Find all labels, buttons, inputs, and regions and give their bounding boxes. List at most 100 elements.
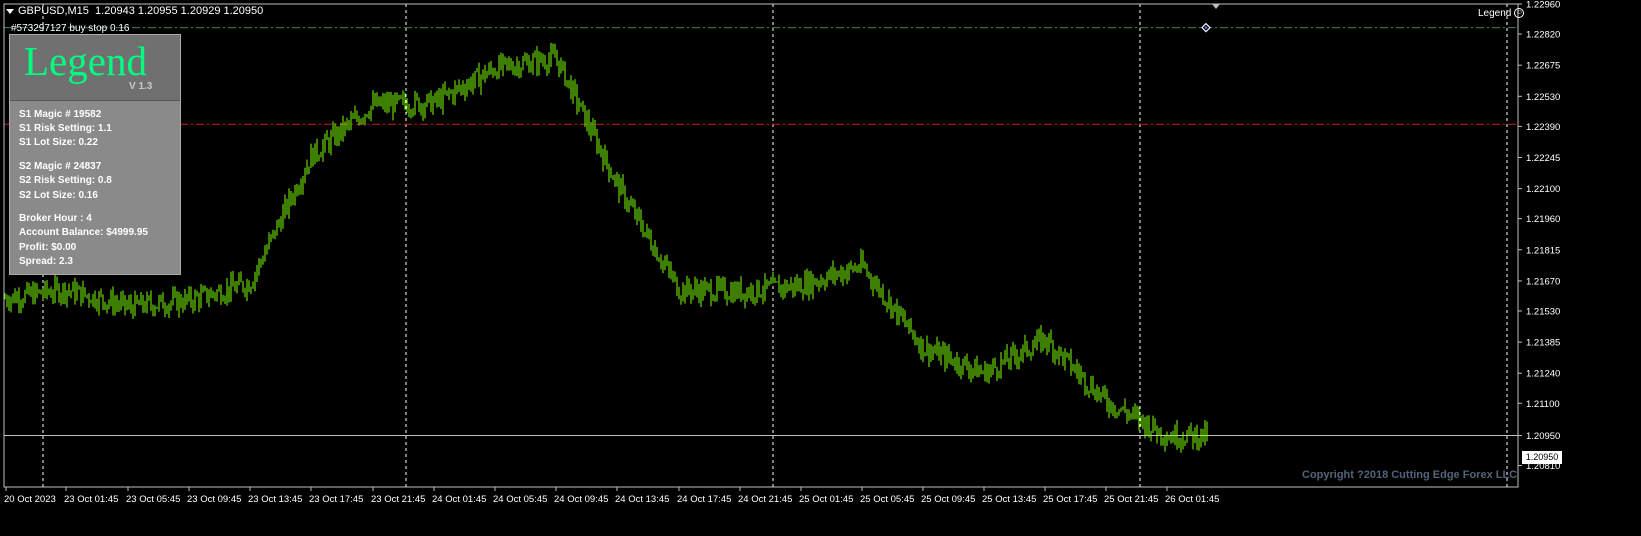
candle-body (874, 284, 876, 288)
dropdown-triangle-icon[interactable] (6, 8, 14, 14)
candle-body (134, 296, 136, 315)
candle-body (284, 201, 286, 211)
candle-body (1044, 334, 1046, 343)
candle-body (430, 93, 432, 112)
candle-body (734, 286, 736, 301)
candle-body (58, 286, 60, 300)
candle-body (98, 294, 100, 308)
candle-body (968, 368, 970, 375)
candle-body (1116, 412, 1118, 415)
candle-body (544, 61, 546, 67)
candle-body (1172, 436, 1174, 442)
candle-body (6, 298, 8, 303)
candle-body (750, 287, 752, 296)
candle-body (776, 281, 778, 283)
candle-body (760, 295, 762, 297)
candle-body (132, 307, 134, 315)
candle-body (624, 187, 626, 205)
candle-body (192, 302, 194, 307)
candle-body (264, 252, 266, 261)
candle-body (560, 62, 562, 73)
smiley-icon: ☺ (1514, 8, 1525, 19)
candle-body (914, 334, 916, 342)
candle-body (1146, 419, 1148, 432)
candle-body (1072, 369, 1074, 371)
candle-body (1010, 349, 1012, 364)
candle-body (398, 95, 400, 99)
copyright-text: Copyright ?2018 Cutting Edge Forex LLC (1302, 469, 1518, 481)
candle-body (980, 370, 982, 373)
candle-body (608, 164, 610, 176)
candle-body (146, 296, 148, 311)
candle-body (1192, 431, 1194, 442)
candle-body (784, 282, 786, 292)
y-tick-label: 1.22820 (1526, 30, 1560, 41)
candle-body (864, 265, 866, 269)
candle-body (88, 295, 90, 302)
candle-body (1198, 440, 1200, 446)
candle-body (1000, 359, 1002, 374)
candle-body (936, 344, 938, 353)
candle-body (800, 281, 802, 293)
candle-body (242, 282, 244, 290)
candle-body (814, 278, 816, 285)
candle-body (798, 281, 800, 289)
candle-body (428, 93, 430, 96)
candle-body (938, 344, 940, 361)
candle-body (110, 294, 112, 303)
candle-body (370, 106, 372, 117)
candle-body (74, 283, 76, 299)
candle-body (610, 175, 612, 177)
candle-body (786, 282, 788, 291)
candle-body (712, 299, 714, 301)
candle-body (958, 358, 960, 370)
candle-body (328, 139, 330, 149)
candle-body (46, 283, 48, 293)
candle-body (90, 301, 92, 304)
candle-body (988, 370, 990, 381)
candle-body (198, 295, 200, 305)
candle-body (84, 287, 86, 295)
candle-body (816, 282, 818, 285)
candle-body (366, 114, 368, 117)
indicator-legend-tag[interactable]: Legend ☺ (1478, 8, 1525, 19)
candle-body (168, 305, 170, 312)
candle-body (880, 289, 882, 293)
candle-body (1124, 406, 1126, 412)
candle-body (478, 69, 480, 87)
x-tick-label: 25 Oct 05:45 (860, 494, 914, 505)
candle-body (196, 293, 198, 296)
candle-body (986, 366, 988, 381)
y-tick-label: 1.22675 (1526, 61, 1560, 72)
x-tick-label: 23 Oct 13:45 (248, 494, 302, 505)
candle-body (628, 202, 630, 206)
candle-body (306, 166, 308, 174)
candle-body (148, 296, 150, 299)
candle-body (154, 308, 156, 313)
candle-body (810, 274, 812, 292)
x-tick-label: 23 Oct 01:45 (64, 494, 118, 505)
candle-body (60, 295, 62, 300)
candle-body (1120, 409, 1122, 411)
candle-body (1078, 371, 1080, 377)
candle-body (1094, 393, 1096, 399)
candle-body (972, 368, 974, 371)
candle-body (1108, 405, 1110, 411)
price-chart[interactable]: 20 Oct 2023 23 Oct 01:45 23 Oct 05:45 23 Oc… (0, 0, 1641, 536)
candle-body (952, 358, 954, 365)
candle-body (854, 267, 856, 271)
candle-body (354, 114, 356, 118)
panel-s1-risk: S1 Risk Setting: 1.1 (19, 123, 112, 134)
candle-body (190, 291, 192, 303)
candle-body (458, 86, 460, 89)
candle-body (1082, 373, 1084, 375)
candle-body (4, 298, 6, 300)
candle-body (732, 289, 734, 301)
candle-body (266, 247, 268, 253)
candle-body (406, 104, 408, 112)
candle-body (1186, 433, 1188, 443)
candle-body (568, 80, 570, 82)
chart-window[interactable]: 20 Oct 2023 23 Oct 01:45 23 Oct 05:45 23 Oc… (0, 0, 1641, 536)
candle-body (144, 307, 146, 311)
candle-body (842, 271, 844, 280)
